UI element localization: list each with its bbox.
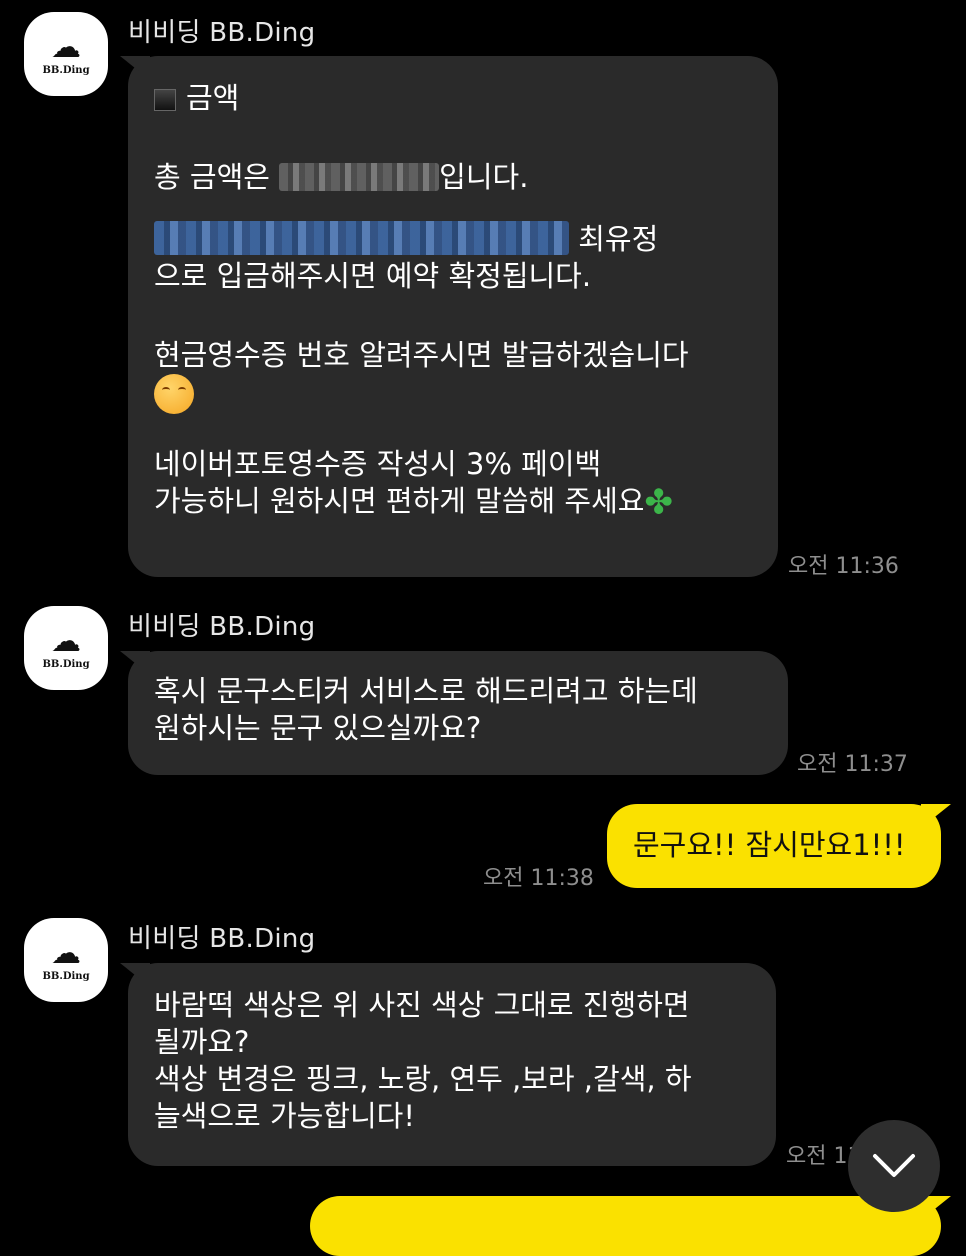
message-bubble-amount[interactable]: 금액 총 금액은 입니다. 최유정 으로 입금해주시면 예약 확정됩니다. 현금… [128,56,778,577]
sender-avatar[interactable]: ☁ BB.Ding [24,606,108,690]
cloud-logo-icon: ☁ [51,29,81,65]
request-line: 가능하니 원하시면 편하게 말씀해 주세요✤ [154,482,673,523]
my-message-text: 문구요!! 잠시만요1!!! [633,828,906,862]
message-bubble-sticker[interactable]: 혹시 문구스티커 서비스로 해드리려고 하는데 원하시는 문구 있으실까요? [128,651,788,775]
sender-name: 비비딩 BB.Ding [128,18,316,48]
avatar-brand-text: BB.Ding [42,64,90,76]
four-leaf-clover-icon: ✤ [644,482,673,523]
sender-avatar[interactable]: ☁ BB.Ding [24,12,108,96]
cloud-logo-icon: ☁ [51,623,81,659]
sender-name: 비비딩 BB.Ding [128,924,316,954]
sticker-question-line1: 혹시 문구스티커 서비스로 해드리려고 하는데 [154,674,698,708]
message-bubble-color[interactable]: 바람떡 색상은 위 사진 색상 그대로 진행하면 될까요? 색상 변경은 핑크,… [128,963,776,1166]
color-line4: 늘색으로 가능합니다! [154,1099,415,1133]
chevron-down-icon [873,1154,915,1177]
color-line2: 될까요? [154,1025,250,1059]
sender-avatar[interactable]: ☁ BB.Ding [24,918,108,1002]
account-line: 최유정 [154,221,752,258]
payback-line: 네이버포토영수증 작성시 3% 페이백 [154,447,602,481]
receipt-line: 현금영수증 번호 알려주시면 발급하겠습니다 [154,338,689,372]
my-message-bubble[interactable]: 문구요!! 잠시만요1!!! [607,804,941,888]
scroll-to-bottom-button[interactable] [848,1120,940,1212]
deposit-line: 으로 입금해주시면 예약 확정됩니다. [154,259,592,293]
avatar-brand-text: BB.Ding [42,970,90,982]
sticker-question-line2: 원하시는 문구 있으실까요? [154,711,482,745]
my-message-bubble-partial[interactable] [310,1196,941,1256]
cloud-logo-icon: ☁ [51,935,81,971]
smile-line [154,374,752,416]
sender-name: 비비딩 BB.Ding [128,612,316,642]
color-line3: 색상 변경은 핑크, 노랑, 연두 ,보라 ,갈색, 하 [154,1062,692,1096]
amount-heading: 금액 [154,80,752,117]
redacted-account-link[interactable] [154,221,569,255]
message-time: 오전 11:37 [797,752,908,777]
color-line1: 바람떡 색상은 위 사진 색상 그대로 진행하면 [154,988,690,1022]
redacted-amount [279,163,440,191]
smiling-face-emoji-icon [154,374,194,414]
black-square-icon [154,89,176,111]
message-time: 오전 11:36 [788,554,899,579]
avatar-brand-text: BB.Ding [42,658,90,670]
message-time: 오전 11:38 [483,866,594,891]
total-amount-line: 총 금액은 입니다. [154,160,529,194]
